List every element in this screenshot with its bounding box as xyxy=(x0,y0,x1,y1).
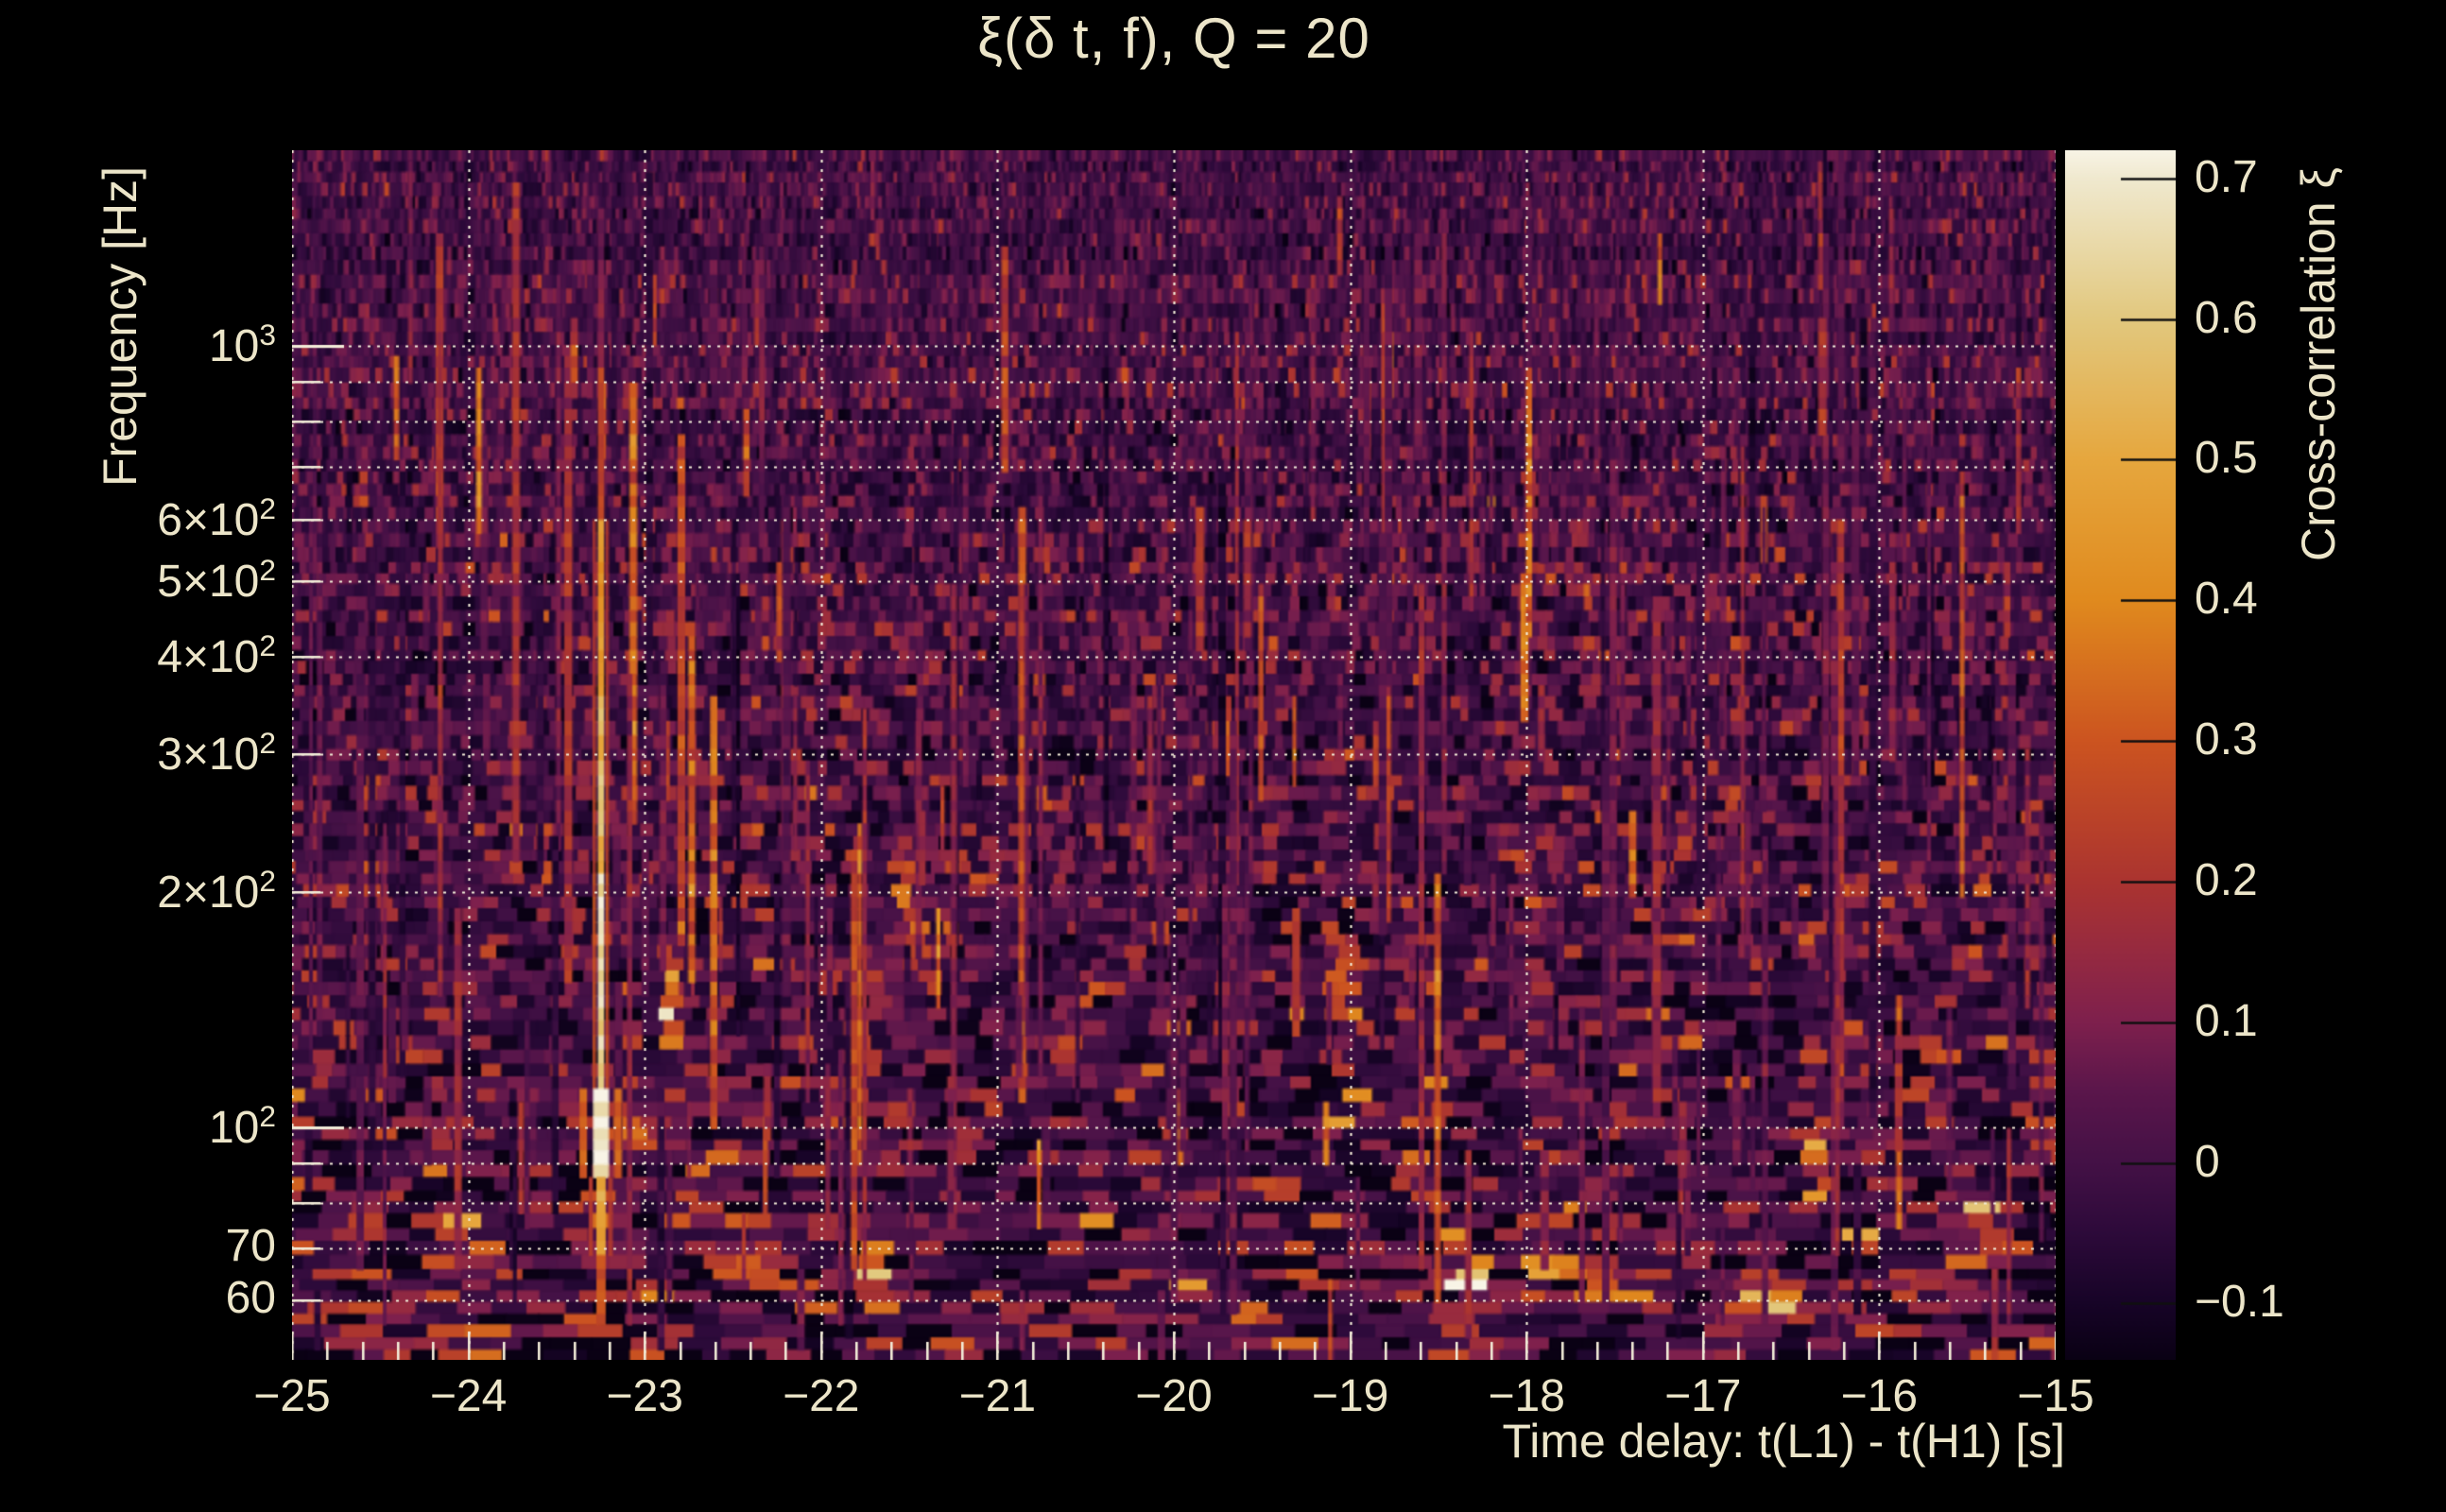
x-tick-label: −18 xyxy=(1488,1371,1565,1421)
colorbar-tick-label: 0.5 xyxy=(2195,433,2258,484)
y-tick-label: 102 xyxy=(208,1098,276,1153)
colorbar-tick-label: 0.6 xyxy=(2195,292,2258,343)
colorbar-tick-label: 0 xyxy=(2195,1136,2220,1187)
colorbar-tick-label: 0.4 xyxy=(2195,574,2258,625)
plot-title: ξ(δ t, f), Q = 20 xyxy=(977,7,1370,70)
colorbar-tick-label: 0.3 xyxy=(2195,714,2258,765)
y-tick-label: 2×102 xyxy=(157,864,276,919)
y-tick-label: 4×102 xyxy=(157,628,276,683)
y-tick-label: 5×102 xyxy=(157,552,276,607)
colorbar-tick-label: −0.1 xyxy=(2195,1277,2284,1328)
x-tick-label: −25 xyxy=(253,1371,331,1421)
cross-correlation-spectrogram-figure: ξ(δ t, f), Q = 20 Frequency [Hz] Time de… xyxy=(0,0,2446,1512)
y-tick-label: 60 xyxy=(225,1273,276,1324)
y-tick-label: 103 xyxy=(208,318,276,372)
y-tick-label: 6×102 xyxy=(157,490,276,545)
y-axis-title: Frequency [Hz] xyxy=(94,165,146,487)
x-tick-label: −19 xyxy=(1311,1371,1389,1421)
x-tick-label: −22 xyxy=(783,1371,860,1421)
y-tick-label: 70 xyxy=(225,1221,276,1272)
x-tick-label: −16 xyxy=(1840,1371,1919,1421)
colorbar-tick-label: 0.1 xyxy=(2195,995,2258,1046)
heatmap-canvas xyxy=(292,150,2056,1360)
x-tick-label: −21 xyxy=(958,1371,1037,1421)
colorbar-title: Cross-correlation ξ xyxy=(2292,167,2345,561)
colorbar-gradient-canvas xyxy=(2065,150,2176,1360)
x-tick-label: −15 xyxy=(2017,1371,2094,1421)
y-tick-label: 3×102 xyxy=(157,726,276,781)
colorbar-tick-label: 0.7 xyxy=(2195,151,2258,202)
x-tick-label: −24 xyxy=(429,1371,508,1421)
x-tick-label: −20 xyxy=(1135,1371,1213,1421)
colorbar-tick-label: 0.2 xyxy=(2195,854,2258,905)
x-tick-label: −23 xyxy=(606,1371,683,1421)
x-tick-label: −17 xyxy=(1664,1371,1742,1421)
